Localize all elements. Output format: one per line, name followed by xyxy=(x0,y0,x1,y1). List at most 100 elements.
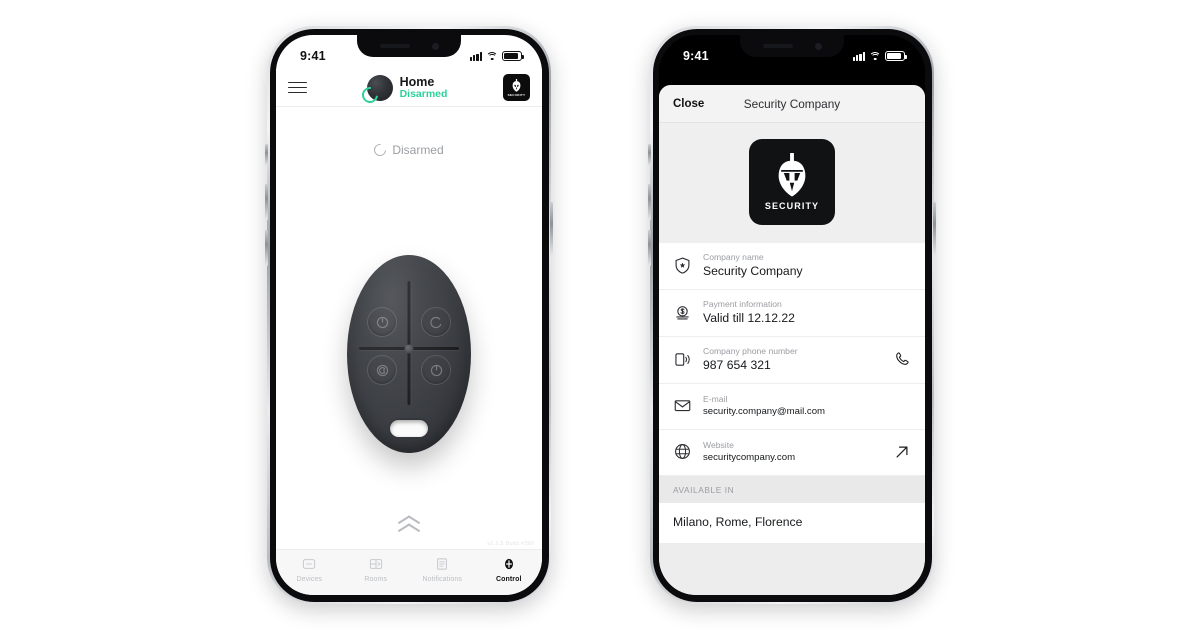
battery-icon xyxy=(885,51,907,61)
row-value: Valid till 12.12.22 xyxy=(703,310,795,325)
phone2-screen: 9:41 Close Security Company SECURITY Com… xyxy=(659,35,925,595)
phone2-volume-up-button[interactable] xyxy=(648,184,651,220)
home-avatar-icon xyxy=(358,74,393,106)
tab-rooms[interactable]: Rooms xyxy=(343,556,410,583)
earpiece-speaker-icon xyxy=(379,44,410,48)
phone2-volume-down-button[interactable] xyxy=(648,230,651,266)
row-value: 987 654 321 xyxy=(703,357,771,372)
tab-notifications[interactable]: Notifications xyxy=(409,556,476,583)
earpiece-speaker-icon xyxy=(762,44,793,48)
hub-selector[interactable]: Home Disarmed xyxy=(311,74,503,106)
row-label: Website xyxy=(703,440,734,451)
fob-night-mode-button[interactable] xyxy=(367,355,397,385)
phone2-notch xyxy=(740,35,844,57)
rooms-icon xyxy=(369,559,382,569)
bottom-tab-bar: Devices Rooms Notifications Control xyxy=(276,549,542,595)
company-logo-label: SECURITY xyxy=(764,201,820,211)
fob-panic-button[interactable] xyxy=(421,355,451,385)
fob-keyring-hole xyxy=(390,420,428,437)
phone1-mute-switch[interactable] xyxy=(265,144,268,166)
info-row-website[interactable]: Website securitycompany.com xyxy=(659,430,925,476)
phone2-mute-switch[interactable] xyxy=(648,144,651,166)
screenshot-canvas: 9:41 Home Disarmed SECURITY Disarmed v1.… xyxy=(0,0,1200,630)
info-row-phone[interactable]: Company phone number 987 654 321 xyxy=(659,337,925,384)
available-in-cities: Milano, Rome, Florence xyxy=(659,502,925,543)
row-value: security.company@mail.com xyxy=(703,405,826,417)
app-version-label: v1.1.5 Build #399 xyxy=(487,541,534,547)
phone1-power-button[interactable] xyxy=(550,202,553,256)
tab-label: Devices xyxy=(296,576,323,583)
phone2-power-button[interactable] xyxy=(933,202,936,256)
fob-cross-center xyxy=(404,344,414,353)
sheet-nav-bar: Close Security Company xyxy=(659,85,925,123)
globe-icon xyxy=(675,444,690,460)
wifi-icon xyxy=(869,51,881,61)
company-info-rows: Company name Security Company Payment in… xyxy=(659,243,925,476)
company-logo-card: SECURITY xyxy=(749,139,835,225)
phone1-notch xyxy=(357,35,461,57)
power-circle-icon xyxy=(430,364,442,376)
available-in-heading: AVAILABLE IN xyxy=(659,475,925,503)
call-icon[interactable] xyxy=(893,350,911,368)
front-camera-icon xyxy=(814,43,822,50)
status-badge: Disarmed xyxy=(399,87,448,100)
close-button[interactable]: Close xyxy=(673,98,704,110)
cellular-bars-icon xyxy=(852,51,865,61)
control-icon xyxy=(504,558,513,570)
control-body: Disarmed v1.1.5 Build #399 xyxy=(276,107,542,549)
arm-status-label: Disarmed xyxy=(392,143,444,157)
fob-arm-button[interactable] xyxy=(367,307,397,337)
hamburger-menu-icon[interactable] xyxy=(288,81,307,94)
company-logo-area: SECURITY xyxy=(659,123,925,243)
shield-star-icon xyxy=(675,257,690,274)
moon-circle-icon xyxy=(376,364,388,376)
row-label: E-mail xyxy=(703,394,728,405)
phone1-volume-up-button[interactable] xyxy=(265,184,268,220)
status-time: 9:41 xyxy=(300,49,326,63)
wifi-icon xyxy=(486,51,498,61)
brand-badge-label: SECURITY xyxy=(507,92,526,97)
tab-label: Control xyxy=(495,576,522,583)
tab-label: Notifications xyxy=(422,576,462,583)
page-title: Home xyxy=(399,74,435,89)
phone-mockup-control-screen: 9:41 Home Disarmed SECURITY Disarmed v1.… xyxy=(265,26,553,604)
arc-circle-icon xyxy=(371,141,389,159)
info-row-email[interactable]: E-mail security.company@mail.com xyxy=(659,384,925,430)
open-circle-icon xyxy=(429,316,441,328)
fob-disarm-button[interactable] xyxy=(421,307,451,337)
status-time: 9:41 xyxy=(683,49,709,63)
front-camera-icon xyxy=(431,43,439,50)
phone1-volume-down-button[interactable] xyxy=(265,230,268,266)
row-value: securitycompany.com xyxy=(703,451,796,463)
spartan-helmet-icon xyxy=(512,78,521,92)
cellular-bars-icon xyxy=(469,51,482,61)
notifications-icon xyxy=(437,558,448,570)
envelope-icon xyxy=(674,400,691,412)
app-header: Home Disarmed SECURITY xyxy=(276,69,542,107)
shield-circle-icon xyxy=(376,316,388,328)
row-label: Company name xyxy=(703,252,764,262)
security-brand-badge[interactable]: SECURITY xyxy=(503,74,530,101)
devices-icon xyxy=(303,559,316,569)
double-chevron-up-icon[interactable] xyxy=(396,511,422,531)
row-label: Payment information xyxy=(703,298,782,309)
sheet-filler xyxy=(659,542,925,595)
spartan-helmet-icon xyxy=(778,153,806,197)
tab-control[interactable]: Control xyxy=(476,556,543,583)
company-info-sheet: Close Security Company SECURITY Company … xyxy=(659,85,925,595)
payment-dollar-icon xyxy=(676,306,689,320)
phone-device-icon xyxy=(675,353,690,366)
tab-label: Rooms xyxy=(364,576,388,583)
phone-mockup-company-info: 9:41 Close Security Company SECURITY Com… xyxy=(648,26,936,604)
fob-cross-vertical xyxy=(407,281,411,405)
battery-icon xyxy=(502,51,524,61)
key-fob-remote[interactable] xyxy=(347,255,471,453)
row-value: Security Company xyxy=(703,263,803,278)
phone1-screen: 9:41 Home Disarmed SECURITY Disarmed v1.… xyxy=(276,35,542,595)
info-row-company-name[interactable]: Company name Security Company xyxy=(659,243,925,290)
tab-devices[interactable]: Devices xyxy=(276,556,343,583)
row-label: Company phone number xyxy=(703,345,798,356)
external-link-icon[interactable] xyxy=(893,443,911,461)
arm-status-indicator: Disarmed xyxy=(276,141,542,159)
info-row-payment[interactable]: Payment information Valid till 12.12.22 xyxy=(659,290,925,337)
